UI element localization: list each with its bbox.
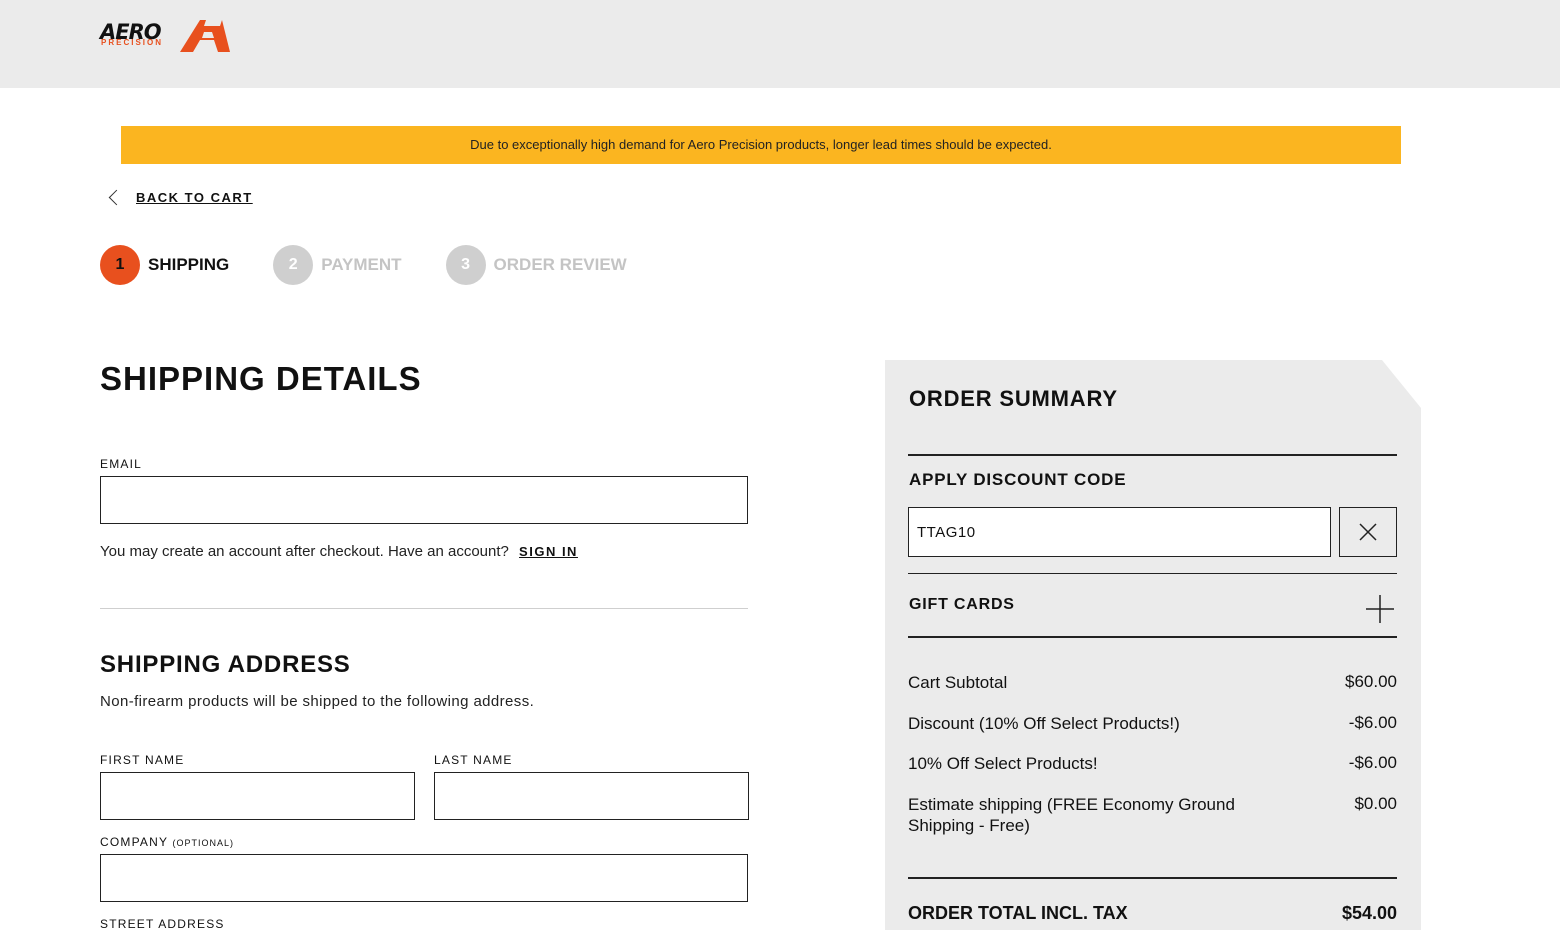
step-label: ORDER REVIEW [493, 255, 627, 274]
step-number: 2 [273, 245, 314, 285]
divider [908, 636, 1397, 638]
shipping-address-note: Non-firearm products will be shipped to … [100, 693, 535, 710]
order-total-label: ORDER TOTAL INCL. TAX [908, 903, 1128, 923]
discount-code-title: APPLY DISCOUNT CODE [909, 470, 1127, 489]
email-label: EMAIL [100, 457, 143, 471]
summary-line: 10% Off Select Products! -$6.00 [908, 753, 1397, 774]
summary-line-value: -$6.00 [1348, 713, 1397, 732]
first-name-field[interactable] [100, 772, 415, 820]
last-name-label: LAST NAME [434, 753, 513, 767]
chevron-left-icon [108, 189, 125, 205]
order-total-value: $54.00 [1341, 903, 1397, 923]
summary-line: Discount (10% Off Select Products!) -$6.… [908, 713, 1397, 734]
logo-a-mark-icon [180, 20, 230, 52]
company-label: COMPANY (OPTIONAL) [100, 835, 234, 849]
summary-line-label: 10% Off Select Products! [908, 754, 1098, 773]
order-summary-title: ORDER SUMMARY [909, 386, 1118, 411]
divider [908, 573, 1397, 574]
summary-line-value: -$6.00 [1348, 753, 1397, 772]
lead-time-banner: Due to exceptionally high demand for Aer… [121, 126, 1401, 164]
account-note: You may create an account after checkout… [100, 543, 578, 560]
discount-code-input[interactable] [908, 507, 1331, 557]
divider [908, 454, 1397, 456]
back-to-cart-label[interactable]: BACK TO CART [136, 190, 253, 205]
order-summary-panel: ORDER SUMMARY APPLY DISCOUNT CODE GIFT C… [885, 360, 1421, 930]
first-name-label: FIRST NAME [100, 753, 185, 767]
summary-line-label: Estimate shipping (FREE Economy Ground S… [908, 795, 1235, 835]
divider [908, 877, 1397, 879]
step-label: PAYMENT [321, 255, 402, 274]
step-payment: 2 PAYMENT [273, 245, 402, 285]
summary-line-label: Discount (10% Off Select Products!) [908, 714, 1180, 733]
step-order-review: 3 ORDER REVIEW [445, 245, 627, 285]
summary-line-value: $0.00 [1354, 794, 1397, 813]
gift-cards-expand-button[interactable] [1365, 594, 1395, 624]
sign-in-link[interactable]: SIGN IN [519, 544, 578, 559]
step-shipping[interactable]: 1 SHIPPING [100, 245, 229, 285]
last-name-field[interactable] [434, 772, 749, 820]
street-address-label: STREET ADDRESS [100, 917, 225, 931]
account-note-text: You may create an account after checkout… [100, 543, 509, 560]
aero-precision-logo[interactable]: AERO PRECISION [100, 18, 232, 54]
summary-line-value: $60.00 [1345, 672, 1397, 691]
summary-line: Cart Subtotal $60.00 [908, 672, 1397, 693]
logo-tagline: PRECISION [101, 38, 164, 47]
company-optional-tag: (OPTIONAL) [172, 838, 235, 848]
summary-line: Estimate shipping (FREE Economy Ground S… [908, 794, 1397, 836]
banner-text: Due to exceptionally high demand for Aer… [470, 137, 1052, 152]
site-header: AERO PRECISION [0, 0, 1560, 88]
plus-icon [1366, 595, 1394, 623]
remove-discount-button[interactable] [1339, 507, 1397, 557]
divider [100, 608, 748, 609]
gift-cards-title: GIFT CARDS [909, 596, 1015, 613]
shipping-address-title: SHIPPING ADDRESS [100, 651, 351, 678]
step-number: 3 [445, 245, 486, 285]
step-label: SHIPPING [148, 255, 230, 274]
company-field[interactable] [100, 854, 748, 902]
page-title: SHIPPING DETAILS [100, 360, 422, 397]
checkout-steps: 1 SHIPPING 2 PAYMENT 3 ORDER REVIEW [100, 245, 671, 285]
summary-line-label: Cart Subtotal [908, 673, 1008, 692]
order-total: ORDER TOTAL INCL. TAX $54.00 [908, 903, 1397, 924]
company-label-text: COMPANY [100, 835, 168, 849]
close-icon [1359, 523, 1377, 541]
email-field[interactable] [100, 476, 748, 524]
back-to-cart-link[interactable]: BACK TO CART [107, 186, 253, 208]
step-number: 1 [100, 245, 140, 285]
